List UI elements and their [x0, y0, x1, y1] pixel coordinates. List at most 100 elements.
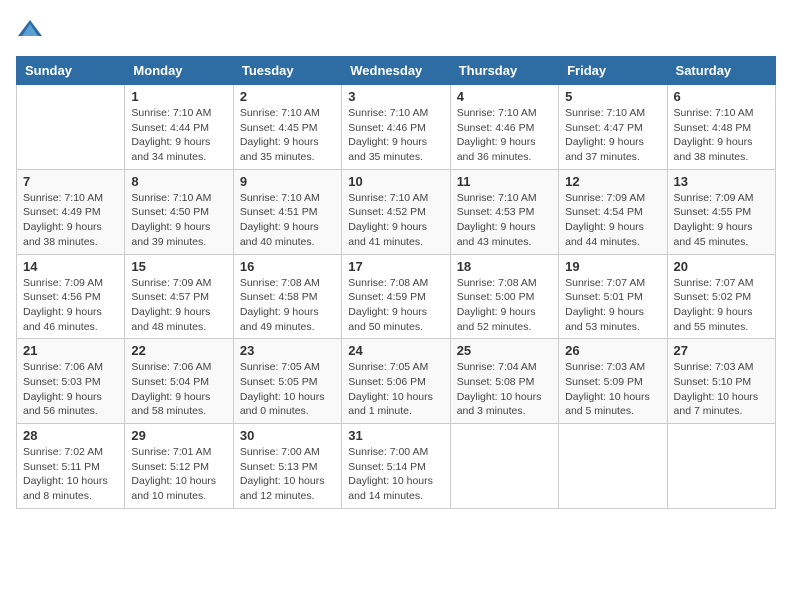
- day-info: Sunrise: 7:09 AM Sunset: 4:54 PM Dayligh…: [565, 191, 660, 250]
- calendar-week-row: 21 Sunrise: 7:06 AM Sunset: 5:03 PM Dayli…: [17, 339, 776, 424]
- day-info: Sunrise: 7:02 AM Sunset: 5:11 PM Dayligh…: [23, 445, 118, 504]
- weekday-header-thursday: Thursday: [450, 57, 558, 85]
- day-number: 28: [23, 428, 118, 443]
- calendar-cell: 14 Sunrise: 7:09 AM Sunset: 4:56 PM Dayli…: [17, 254, 125, 339]
- calendar-cell: 9 Sunrise: 7:10 AM Sunset: 4:51 PM Daylig…: [233, 169, 341, 254]
- calendar-cell: 31Sunrise: 7:00 AM Sunset: 5:14 PM Dayli…: [342, 424, 450, 509]
- day-info: Sunrise: 7:10 AM Sunset: 4:50 PM Dayligh…: [131, 191, 226, 250]
- day-number: 7: [23, 174, 118, 189]
- day-info: Sunrise: 7:05 AM Sunset: 5:06 PM Dayligh…: [348, 360, 443, 419]
- calendar-cell: 10 Sunrise: 7:10 AM Sunset: 4:52 PM Dayli…: [342, 169, 450, 254]
- calendar-cell: 6Sunrise: 7:10 AM Sunset: 4:48 PM Daylig…: [667, 85, 775, 170]
- calendar-cell: 22Sunrise: 7:06 AM Sunset: 5:04 PM Dayli…: [125, 339, 233, 424]
- calendar-cell: 16 Sunrise: 7:08 AM Sunset: 4:58 PM Dayli…: [233, 254, 341, 339]
- day-number: 1: [131, 89, 226, 104]
- calendar-cell: 30 Sunrise: 7:00 AM Sunset: 5:13 PM Dayli…: [233, 424, 341, 509]
- day-number: 15: [131, 259, 226, 274]
- day-info: Sunrise: 7:10 AM Sunset: 4:53 PM Dayligh…: [457, 191, 552, 250]
- calendar-cell: 26Sunrise: 7:03 AM Sunset: 5:09 PM Dayli…: [559, 339, 667, 424]
- day-info: Sunrise: 7:10 AM Sunset: 4:44 PM Dayligh…: [131, 106, 226, 165]
- calendar-cell: 25 Sunrise: 7:04 AM Sunset: 5:08 PM Dayli…: [450, 339, 558, 424]
- day-info: Sunrise: 7:10 AM Sunset: 4:46 PM Dayligh…: [348, 106, 443, 165]
- day-info: Sunrise: 7:09 AM Sunset: 4:56 PM Dayligh…: [23, 276, 118, 335]
- weekday-header-friday: Friday: [559, 57, 667, 85]
- calendar-cell: [667, 424, 775, 509]
- weekday-header-wednesday: Wednesday: [342, 57, 450, 85]
- day-info: Sunrise: 7:06 AM Sunset: 5:03 PM Dayligh…: [23, 360, 118, 419]
- day-number: 14: [23, 259, 118, 274]
- day-number: 19: [565, 259, 660, 274]
- calendar-cell: 29 Sunrise: 7:01 AM Sunset: 5:12 PM Dayli…: [125, 424, 233, 509]
- calendar-cell: [17, 85, 125, 170]
- day-number: 25: [457, 343, 552, 358]
- day-number: 18: [457, 259, 552, 274]
- calendar-cell: 19 Sunrise: 7:07 AM Sunset: 5:01 PM Dayli…: [559, 254, 667, 339]
- day-info: Sunrise: 7:10 AM Sunset: 4:46 PM Dayligh…: [457, 106, 552, 165]
- day-number: 22: [131, 343, 226, 358]
- day-info: Sunrise: 7:07 AM Sunset: 5:01 PM Dayligh…: [565, 276, 660, 335]
- calendar-cell: 27Sunrise: 7:03 AM Sunset: 5:10 PM Dayli…: [667, 339, 775, 424]
- calendar-cell: 13 Sunrise: 7:09 AM Sunset: 4:55 PM Dayli…: [667, 169, 775, 254]
- page-header: [16, 16, 776, 44]
- calendar-cell: 12 Sunrise: 7:09 AM Sunset: 4:54 PM Dayli…: [559, 169, 667, 254]
- day-info: Sunrise: 7:10 AM Sunset: 4:49 PM Dayligh…: [23, 191, 118, 250]
- weekday-header-sunday: Sunday: [17, 57, 125, 85]
- calendar-cell: 15 Sunrise: 7:09 AM Sunset: 4:57 PM Dayli…: [125, 254, 233, 339]
- day-number: 30: [240, 428, 335, 443]
- calendar-table: SundayMondayTuesdayWednesdayThursdayFrid…: [16, 56, 776, 509]
- calendar-cell: 20Sunrise: 7:07 AM Sunset: 5:02 PM Dayli…: [667, 254, 775, 339]
- calendar-cell: [559, 424, 667, 509]
- day-info: Sunrise: 7:10 AM Sunset: 4:45 PM Dayligh…: [240, 106, 335, 165]
- day-info: Sunrise: 7:04 AM Sunset: 5:08 PM Dayligh…: [457, 360, 552, 419]
- day-info: Sunrise: 7:10 AM Sunset: 4:51 PM Dayligh…: [240, 191, 335, 250]
- day-number: 17: [348, 259, 443, 274]
- day-info: Sunrise: 7:07 AM Sunset: 5:02 PM Dayligh…: [674, 276, 769, 335]
- calendar-body: 1 Sunrise: 7:10 AM Sunset: 4:44 PM Daylig…: [17, 85, 776, 509]
- calendar-cell: 17Sunrise: 7:08 AM Sunset: 4:59 PM Dayli…: [342, 254, 450, 339]
- day-number: 4: [457, 89, 552, 104]
- day-info: Sunrise: 7:09 AM Sunset: 4:57 PM Dayligh…: [131, 276, 226, 335]
- day-number: 29: [131, 428, 226, 443]
- day-info: Sunrise: 7:10 AM Sunset: 4:47 PM Dayligh…: [565, 106, 660, 165]
- day-info: Sunrise: 7:10 AM Sunset: 4:48 PM Dayligh…: [674, 106, 769, 165]
- calendar-cell: 5 Sunrise: 7:10 AM Sunset: 4:47 PM Daylig…: [559, 85, 667, 170]
- calendar-cell: 23 Sunrise: 7:05 AM Sunset: 5:05 PM Dayli…: [233, 339, 341, 424]
- calendar-cell: 4 Sunrise: 7:10 AM Sunset: 4:46 PM Daylig…: [450, 85, 558, 170]
- day-number: 26: [565, 343, 660, 358]
- logo-icon: [16, 16, 44, 44]
- calendar-cell: 11Sunrise: 7:10 AM Sunset: 4:53 PM Dayli…: [450, 169, 558, 254]
- day-info: Sunrise: 7:05 AM Sunset: 5:05 PM Dayligh…: [240, 360, 335, 419]
- day-number: 9: [240, 174, 335, 189]
- calendar-week-row: 14 Sunrise: 7:09 AM Sunset: 4:56 PM Dayli…: [17, 254, 776, 339]
- calendar-cell: 8 Sunrise: 7:10 AM Sunset: 4:50 PM Daylig…: [125, 169, 233, 254]
- day-number: 21: [23, 343, 118, 358]
- day-info: Sunrise: 7:08 AM Sunset: 4:58 PM Dayligh…: [240, 276, 335, 335]
- day-info: Sunrise: 7:10 AM Sunset: 4:52 PM Dayligh…: [348, 191, 443, 250]
- day-number: 23: [240, 343, 335, 358]
- calendar-cell: 2 Sunrise: 7:10 AM Sunset: 4:45 PM Daylig…: [233, 85, 341, 170]
- day-info: Sunrise: 7:09 AM Sunset: 4:55 PM Dayligh…: [674, 191, 769, 250]
- weekday-header-monday: Monday: [125, 57, 233, 85]
- day-info: Sunrise: 7:01 AM Sunset: 5:12 PM Dayligh…: [131, 445, 226, 504]
- day-number: 10: [348, 174, 443, 189]
- logo: [16, 16, 48, 44]
- day-number: 8: [131, 174, 226, 189]
- day-number: 27: [674, 343, 769, 358]
- calendar-cell: 1 Sunrise: 7:10 AM Sunset: 4:44 PM Daylig…: [125, 85, 233, 170]
- day-info: Sunrise: 7:00 AM Sunset: 5:13 PM Dayligh…: [240, 445, 335, 504]
- calendar-week-row: 28 Sunrise: 7:02 AM Sunset: 5:11 PM Dayli…: [17, 424, 776, 509]
- day-number: 31: [348, 428, 443, 443]
- calendar-cell: 21 Sunrise: 7:06 AM Sunset: 5:03 PM Dayli…: [17, 339, 125, 424]
- weekday-header-saturday: Saturday: [667, 57, 775, 85]
- day-number: 3: [348, 89, 443, 104]
- calendar-cell: [450, 424, 558, 509]
- calendar-week-row: 7 Sunrise: 7:10 AM Sunset: 4:49 PM Daylig…: [17, 169, 776, 254]
- day-number: 5: [565, 89, 660, 104]
- day-info: Sunrise: 7:08 AM Sunset: 5:00 PM Dayligh…: [457, 276, 552, 335]
- day-number: 16: [240, 259, 335, 274]
- calendar-cell: 3 Sunrise: 7:10 AM Sunset: 4:46 PM Daylig…: [342, 85, 450, 170]
- day-number: 2: [240, 89, 335, 104]
- day-number: 12: [565, 174, 660, 189]
- calendar-week-row: 1 Sunrise: 7:10 AM Sunset: 4:44 PM Daylig…: [17, 85, 776, 170]
- day-number: 13: [674, 174, 769, 189]
